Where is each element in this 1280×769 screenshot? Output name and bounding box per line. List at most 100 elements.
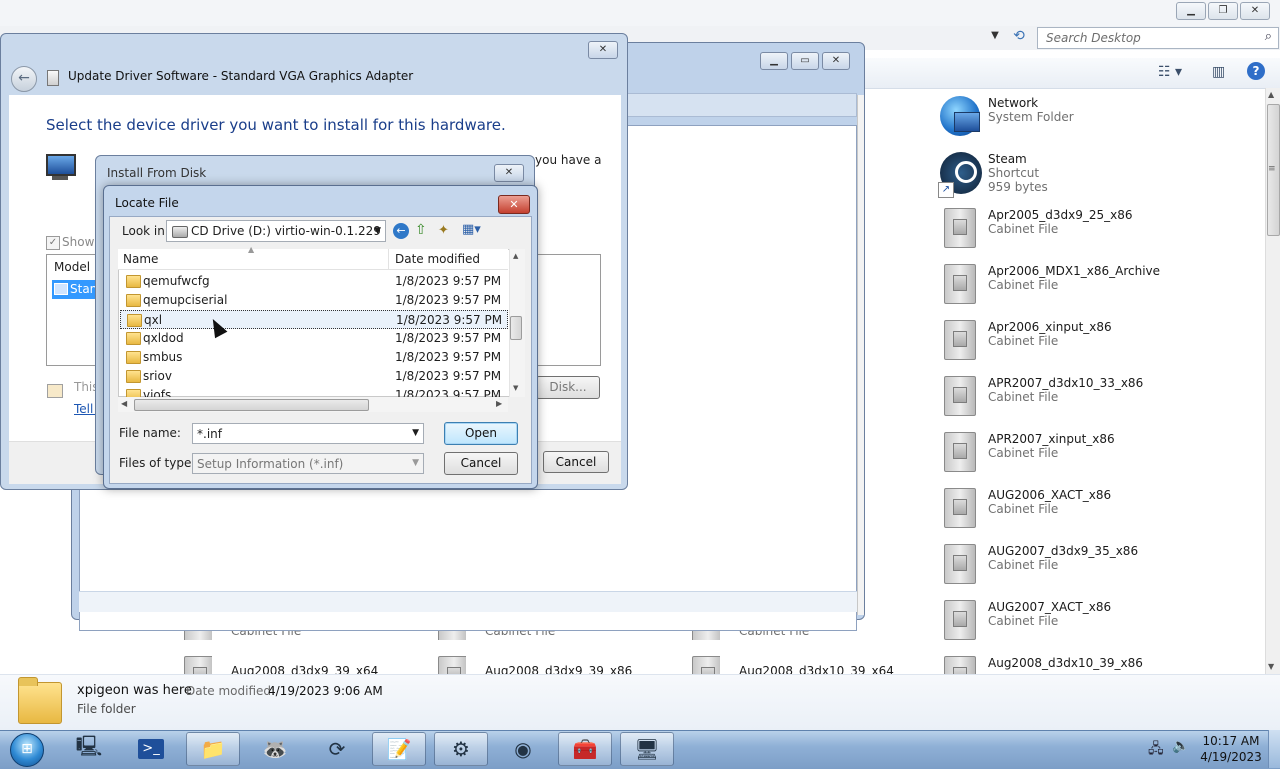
close-button[interactable]: ✕ <box>588 41 618 59</box>
back-icon[interactable]: ← <box>393 223 409 239</box>
item-name[interactable]: Aug2008_d3dx10_39_x64 <box>739 664 894 674</box>
item-name[interactable]: Aug2008_d3dx9_39_x86 <box>485 664 632 674</box>
scroll-down-icon[interactable]: ▼ <box>513 384 518 392</box>
show-compatible-checkbox[interactable]: ✓ <box>46 236 60 250</box>
row-name: qxldod <box>143 331 184 345</box>
list-item[interactable]: AUG2007_XACT_x86 Cabinet File <box>940 600 1111 644</box>
list-item[interactable]: APR2007_d3dx10_33_x86 Cabinet File <box>940 376 1143 420</box>
table-row[interactable]: sriov 1/8/2023 9:57 PM <box>120 367 508 386</box>
item-name: APR2007_d3dx10_33_x86 <box>988 376 1144 390</box>
row-name: smbus <box>143 350 183 364</box>
model-header[interactable]: Model <box>54 260 90 274</box>
search-box[interactable]: Search Desktop ⌕ <box>1037 27 1279 49</box>
start-button[interactable]: ⊞ <box>3 730 45 768</box>
search-icon[interactable]: ⌕ <box>1265 29 1272 44</box>
list-item[interactable]: ↗ Steam Shortcut 959 bytes <box>938 152 1048 198</box>
item-type: Cabinet File <box>988 222 1059 236</box>
list-item[interactable]: AUG2007_d3dx9_35_x86 Cabinet File <box>940 544 1138 588</box>
item-type: Shortcut <box>988 166 1040 180</box>
list-item[interactable]: Apr2005_d3dx9_25_x86 Cabinet File <box>940 208 1133 252</box>
folder-icon <box>126 275 141 288</box>
shortcut-arrow-icon: ↗ <box>938 182 954 198</box>
file-list-vscroll-thumb[interactable] <box>510 316 522 340</box>
scroll-left-icon[interactable]: ◀ <box>121 399 127 408</box>
up-folder-icon[interactable]: ⇧ <box>415 222 427 238</box>
powershell-icon[interactable]: >_ <box>124 732 178 766</box>
list-item[interactable]: Network System Folder <box>940 96 1074 140</box>
scroll-up-icon[interactable]: ▲ <box>1268 90 1274 99</box>
files-of-type-dropdown[interactable]: Setup Information (*.inf) ▼ <box>192 453 424 474</box>
restore-button[interactable]: ❐ <box>1208 2 1238 20</box>
item-name[interactable]: Aug2008_d3dx9_39_x64 <box>231 664 378 674</box>
look-in-dropdown[interactable]: CD Drive (D:) virtio-win-0.1.229 ▼ <box>166 220 386 242</box>
table-row[interactable]: qemupciserial 1/8/2023 9:57 PM <box>120 291 508 310</box>
open-button[interactable]: Open <box>444 422 518 445</box>
table-row[interactable]: viofs 1/8/2023 9:57 PM <box>120 386 508 397</box>
clock[interactable]: 10:17 AM 4/19/2023 <box>1200 733 1262 765</box>
show-desktop-button[interactable] <box>1268 730 1280 768</box>
volume-icon[interactable]: 🔈 <box>1172 738 1189 754</box>
file-name-value: *.inf <box>197 427 222 441</box>
file-name-input[interactable]: *.inf ▼ <box>192 423 424 444</box>
cabinet-file-icon <box>944 544 976 584</box>
close-button[interactable]: ✕ <box>1240 2 1270 20</box>
network-tools-icon[interactable]: ⚙ <box>434 732 488 766</box>
cancel-button[interactable]: Cancel <box>444 452 518 475</box>
row-name: sriov <box>143 369 172 383</box>
table-row[interactable]: qxldod 1/8/2023 9:57 PM <box>120 329 508 348</box>
server-manager-icon[interactable]: 🖳 <box>62 732 116 766</box>
table-row-selected[interactable]: qxl 1/8/2023 9:57 PM <box>120 310 508 329</box>
help-icon[interactable]: ? <box>1247 62 1265 80</box>
maximize-button[interactable]: ▭ <box>791 52 819 70</box>
toolbox-icon[interactable]: 🧰 <box>558 732 612 766</box>
have-disk-button[interactable]: Disk... <box>536 376 600 399</box>
row-date: 1/8/2023 9:57 PM <box>395 350 502 364</box>
minimize-button[interactable]: ▁ <box>760 52 788 70</box>
raccoon-app-icon[interactable]: 🦝 <box>248 732 302 766</box>
look-in-value: CD Drive (D:) virtio-win-0.1.229 <box>191 224 381 238</box>
close-button[interactable]: ✕ <box>498 195 530 214</box>
folder-icon <box>18 677 62 724</box>
new-folder-icon[interactable]: ✦ <box>438 223 449 238</box>
list-item[interactable]: Apr2006_xinput_x86 Cabinet File <box>940 320 1112 364</box>
list-item[interactable]: Apr2006_MDX1_x86_Archive Cabinet File <box>940 264 1160 308</box>
address-dropdown-icon[interactable]: ▼ <box>985 30 1005 46</box>
refresh-icon[interactable]: ⟲ <box>1008 28 1030 48</box>
row-name: qemupciserial <box>143 293 228 307</box>
update-icon[interactable]: ⟳ <box>310 732 364 766</box>
table-row[interactable]: smbus 1/8/2023 9:57 PM <box>120 348 508 367</box>
back-arrow-icon[interactable]: ← <box>11 66 37 92</box>
view-options-icon[interactable]: ☷ ▾ <box>1158 64 1182 80</box>
preview-pane-icon[interactable]: ▥ <box>1212 64 1225 80</box>
list-item[interactable]: APR2007_xinput_x86 Cabinet File <box>940 432 1115 476</box>
name-column-header[interactable]: Name <box>123 252 158 266</box>
list-item[interactable]: Aug2008_d3dx10_39_x86 <box>940 656 1143 674</box>
table-row[interactable]: qemufwcfg 1/8/2023 9:57 PM <box>120 272 508 291</box>
view-menu-icon[interactable]: ▦▾ <box>462 222 481 237</box>
device-manager-icon[interactable]: 🖥 <box>620 732 674 766</box>
look-in-label: Look in: <box>122 224 169 238</box>
details-name: xpigeon was here <box>77 683 192 698</box>
file-list-hscroll-thumb[interactable] <box>134 399 369 411</box>
list-item[interactable]: AUG2006_XACT_x86 Cabinet File <box>940 488 1111 532</box>
file-name-label: File name: <box>119 426 181 440</box>
notepad-icon[interactable]: 📝 <box>372 732 426 766</box>
item-type: Cabinet File <box>988 502 1059 516</box>
close-button[interactable]: ✕ <box>822 52 850 70</box>
update-driver-cancel-button[interactable]: Cancel <box>543 451 609 473</box>
file-explorer-icon[interactable]: 📁 <box>186 732 240 766</box>
scroll-up-icon[interactable]: ▲ <box>513 252 518 260</box>
search-input[interactable]: Search Desktop <box>1046 31 1141 45</box>
scroll-grip-icon: ≡ <box>1268 164 1276 174</box>
cabinet-file-icon <box>944 320 976 360</box>
scroll-down-icon[interactable]: ▼ <box>1268 662 1274 671</box>
obs-icon[interactable]: ◉ <box>496 732 550 766</box>
close-button[interactable]: ✕ <box>494 164 524 182</box>
cabinet-file-icon <box>944 264 976 304</box>
chevron-down-icon[interactable]: ▼ <box>412 428 419 438</box>
scroll-right-icon[interactable]: ▶ <box>496 399 502 408</box>
network-tray-icon[interactable]: 🖧 <box>1148 738 1164 762</box>
explorer-titlebar <box>0 0 1280 26</box>
minimize-button[interactable]: ▁ <box>1176 2 1206 20</box>
date-column-header[interactable]: Date modified <box>395 252 480 266</box>
